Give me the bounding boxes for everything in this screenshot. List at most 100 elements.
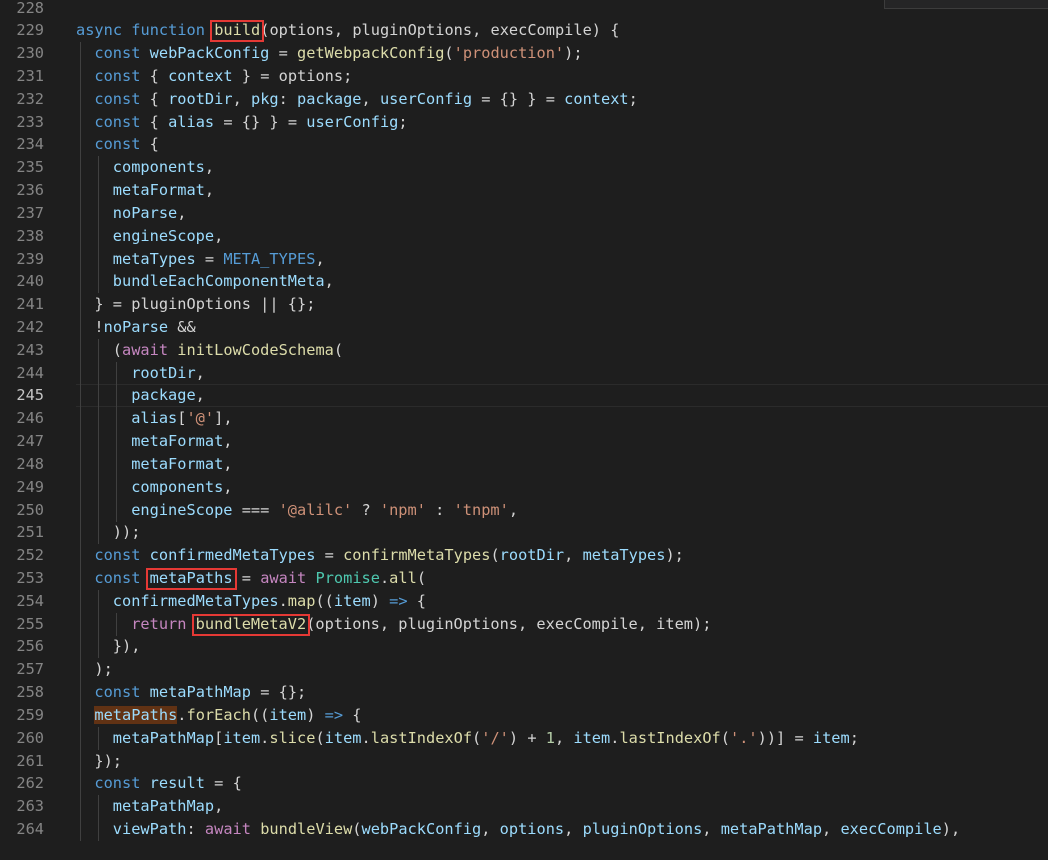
code-token: =	[232, 569, 261, 587]
code-line[interactable]: 264 viewPath: await bundleView(webPackCon…	[0, 818, 1048, 842]
code-token: metaFormat	[131, 432, 224, 451]
code-text: const { rootDir, pkg: package, userConfi…	[94, 88, 637, 111]
code-token: );	[94, 660, 113, 679]
code-line[interactable]: 252 const confirmedMetaTypes = confirmMet…	[0, 544, 1048, 568]
code-token: ,	[564, 820, 583, 839]
code-line[interactable]: 246 alias['@'],	[0, 407, 1048, 431]
code-token: lastIndexOf	[370, 728, 473, 747]
code-line[interactable]: 242 !noParse &&	[0, 315, 1048, 339]
code-token: ,	[214, 226, 224, 245]
code-text: const { context } = options;	[94, 65, 352, 88]
code-token: ;	[398, 112, 408, 131]
line-number: 236	[16, 181, 44, 200]
code-line[interactable]: 248 metaFormat,	[0, 452, 1048, 476]
indent-guide	[98, 247, 99, 271]
code-line[interactable]: 253 const metaPaths = await Promise.all(	[0, 567, 1048, 590]
code-line[interactable]: 229 async function build(options, pluginO…	[0, 19, 1048, 42]
code-line[interactable]: 233 const { alias = {} } = userConfig;	[0, 110, 1048, 134]
code-line[interactable]: 257);	[0, 658, 1048, 682]
code-line[interactable]: 251));	[0, 521, 1048, 545]
code-line[interactable]: 245 package,	[0, 384, 1048, 408]
code-token: ],	[214, 409, 233, 428]
code-text: const webPackConfig = getWebpackConfig('…	[94, 42, 582, 65]
indent-guide	[116, 475, 117, 499]
code-token: async	[76, 21, 123, 40]
code-line[interactable]: 237 noParse,	[0, 201, 1048, 225]
code-token: item	[573, 728, 611, 747]
code-line[interactable]: 230 const webPackConfig = getWebpackConfi…	[0, 42, 1048, 66]
code-text: const confirmedMetaTypes = confirmMetaTy…	[94, 544, 683, 567]
code-token: = {} } =	[472, 89, 565, 108]
code-editor[interactable]: 228 229 async function build(options, plug…	[0, 0, 1048, 860]
code-line[interactable]: 247 metaFormat,	[0, 430, 1048, 454]
indent-guide	[116, 361, 117, 385]
code-line[interactable]: 250 engineScope === '@alilc' ? 'npm' : 't…	[0, 498, 1048, 522]
code-token: noParse	[103, 317, 169, 336]
code-line[interactable]: 243 (await initLowCodeSchema(	[0, 338, 1048, 362]
indent-guide	[98, 201, 99, 225]
indent-guide	[80, 201, 81, 225]
code-line[interactable]: 244 rootDir,	[0, 361, 1048, 385]
code-token: (options, pluginOptions, execCompile, it…	[306, 614, 712, 633]
code-token: } = options;	[232, 66, 353, 85]
indent-guide	[98, 270, 99, 294]
code-line[interactable]: 231 const { context } = options;	[0, 64, 1048, 88]
code-line[interactable]: 241} = pluginOptions || {};	[0, 293, 1048, 317]
code-token: {	[140, 135, 159, 154]
line-number: 234	[16, 135, 44, 154]
line-number: 262	[16, 774, 44, 793]
code-token: :	[186, 820, 205, 839]
code-token: {	[343, 705, 362, 724]
code-line[interactable]: 259 metaPaths.forEach((item) => {	[0, 703, 1048, 727]
code-token: package	[297, 89, 362, 108]
code-line[interactable]: 258 const metaPathMap = {};	[0, 681, 1048, 705]
indent-guide	[80, 452, 81, 476]
code-token: META_TYPES	[223, 249, 316, 268]
code-line[interactable]: 232 const { rootDir, pkg: package, userCo…	[0, 87, 1048, 111]
minimap-panel[interactable]	[884, 0, 1048, 9]
code-line[interactable]: 235 components,	[0, 156, 1048, 180]
indent-guide	[80, 703, 81, 727]
indent-guide	[80, 247, 81, 271]
code-token: ,	[204, 181, 215, 200]
indent-guide	[98, 612, 99, 636]
code-token: confirmMetaTypes	[343, 546, 491, 565]
code-line[interactable]: 256}),	[0, 635, 1048, 659]
code-token: const	[94, 89, 141, 108]
indent-guide	[80, 156, 81, 180]
line-number: 235	[16, 158, 44, 177]
code-text: package,	[131, 384, 205, 407]
code-token: metaFormat	[131, 454, 224, 473]
code-token: confirmedMetaTypes	[112, 591, 279, 610]
code-token: .	[278, 591, 288, 610]
code-line[interactable]: 260 metaPathMap[item.slice(item.lastIndex…	[0, 726, 1048, 750]
code-line[interactable]: 263 metaPathMap,	[0, 795, 1048, 819]
code-token: function	[131, 21, 205, 40]
code-line[interactable]: 238 engineScope,	[0, 224, 1048, 248]
code-line[interactable]: 240 bundleEachComponentMeta,	[0, 270, 1048, 294]
code-token: ,	[822, 820, 841, 839]
code-line[interactable]: 255 return bundleMetaV2(options, pluginOp…	[0, 612, 1048, 636]
code-token: )	[306, 705, 325, 724]
code-line[interactable]: 239 metaTypes = META_TYPES,	[0, 247, 1048, 271]
code-line[interactable]: 254 confirmedMetaTypes.map((item) => {	[0, 589, 1048, 613]
code-token: alias	[131, 409, 178, 428]
code-token: metaPaths	[94, 705, 178, 724]
code-line[interactable]: 234 const {	[0, 133, 1048, 157]
code-line[interactable]: 236 metaFormat,	[0, 179, 1048, 203]
code-token: pkg	[250, 89, 279, 108]
code-line[interactable]: 262 const result = {	[0, 772, 1048, 796]
code-token: userConfig	[306, 112, 399, 131]
line-number: 242	[16, 317, 44, 336]
indent-guide	[98, 521, 99, 545]
code-token: noParse	[112, 203, 178, 222]
code-line[interactable]: 249 components,	[0, 475, 1048, 499]
current-line-highlight	[76, 384, 1048, 408]
indent-guide	[80, 179, 81, 203]
code-text: ));	[113, 521, 141, 544]
code-token: (	[490, 546, 500, 565]
code-token: ,	[195, 363, 205, 382]
code-line[interactable]: 261});	[0, 749, 1048, 773]
